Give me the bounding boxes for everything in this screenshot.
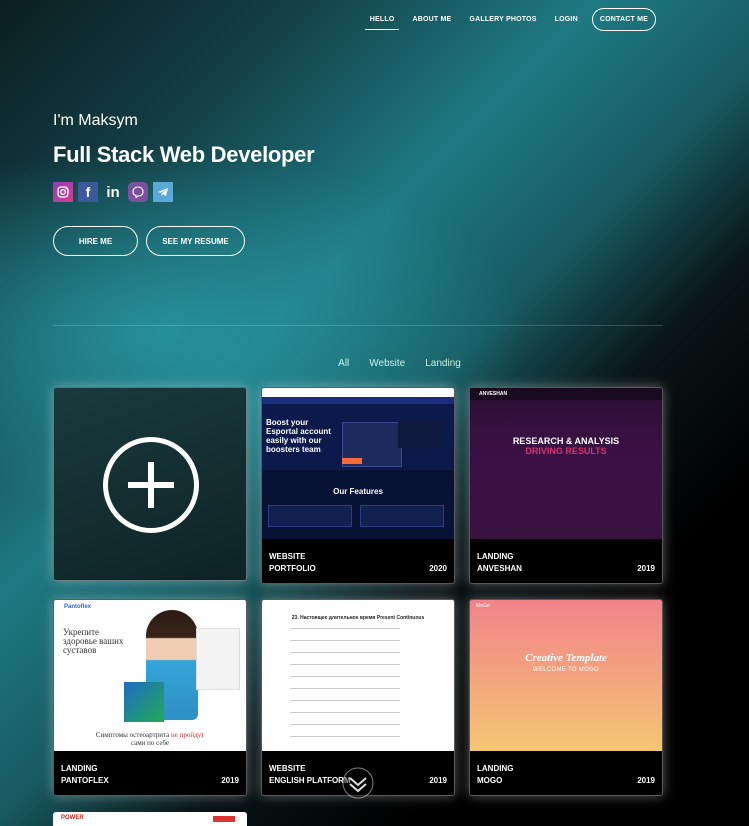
thumb-logo: MoGo	[476, 603, 490, 609]
thumb-bottom-red: не пройдут	[170, 731, 205, 739]
top-nav: HELLO ABOUT ME GALLERY PHOTOS LOGIN CONT…	[357, 8, 656, 31]
thumb-logo: Pantoflex	[64, 604, 92, 610]
card-title: PORTFOLIO	[269, 564, 316, 573]
thumb-subheadline: WELCOME TO MOGO	[533, 667, 599, 673]
card-year: 2019	[429, 776, 447, 785]
card-category: LANDING	[61, 764, 98, 773]
card-meta: LANDING MOGO 2019	[470, 751, 662, 795]
thumb-bottom-start: Симптомы остеоартрита	[95, 731, 170, 739]
portfolio-filters: All Website Landing	[0, 358, 749, 369]
portfolio-card[interactable]: Pantoflex Укрепите здоровье ваших сустав…	[53, 599, 247, 796]
social-links: f in	[53, 182, 314, 202]
telegram-icon[interactable]	[153, 182, 173, 202]
greeting: I'm Maksym	[53, 112, 138, 129]
nav-about-me[interactable]: ABOUT ME	[407, 10, 456, 29]
card-title: PANTOFLEX	[61, 776, 109, 785]
card-year: 2019	[637, 564, 655, 573]
card-category: LANDING	[477, 764, 514, 773]
thumb-headline: Boost your Esportal account easily with …	[266, 418, 331, 454]
card-title: ANVESHAN	[477, 564, 522, 573]
card-year: 2020	[429, 564, 447, 573]
thumb-bottom-end: сами по себе	[130, 739, 170, 747]
nav-gallery-photos[interactable]: GALLERY PHOTOS	[464, 10, 541, 29]
portfolio-card[interactable]: Boost your Esportal account easily with …	[261, 387, 455, 584]
nav-hello[interactable]: HELLO	[364, 10, 400, 30]
project-thumbnail: Boost your Esportal account easily with …	[262, 388, 454, 539]
hero-actions: HIRE ME SEE MY RESUME	[53, 226, 314, 256]
project-thumbnail: MoGo Creative Template WELCOME TO MOGO	[470, 600, 662, 751]
card-category: WEBSITE	[269, 552, 306, 561]
card-category: LANDING	[477, 552, 514, 561]
hire-me-button[interactable]: HIRE ME	[53, 226, 138, 256]
hero: I'm Maksym Full Stack Web Developer f in…	[53, 112, 315, 256]
portfolio-card[interactable]: MoGo Creative Template WELCOME TO MOGO L…	[469, 599, 663, 796]
thumb-section-title: Our Features	[333, 487, 383, 496]
thumb-logo: ANVESHAN	[479, 391, 508, 397]
plus-circle-icon	[103, 437, 199, 533]
card-year: 2019	[637, 776, 655, 785]
card-year: 2019	[221, 776, 239, 785]
filter-website[interactable]: Website	[369, 358, 405, 369]
page-title: Full Stack Web Developer	[53, 142, 315, 167]
facebook-icon[interactable]: f	[78, 182, 98, 202]
see-my-resume-button[interactable]: SEE MY RESUME	[146, 226, 245, 256]
project-thumbnail: 23. Настоящее длительное время Present C…	[262, 600, 454, 751]
filter-landing[interactable]: Landing	[425, 358, 461, 369]
project-thumbnail: ANVESHAN RESEARCH & ANALYSIS DRIVING RES…	[470, 388, 662, 539]
card-meta: LANDING PANTOFLEX 2019	[54, 751, 246, 795]
card-meta: WEBSITE PORTFOLIO 2020	[262, 539, 454, 583]
divider	[53, 325, 663, 326]
thumb-headline: 23. Настоящее длительное время Present C…	[291, 615, 425, 621]
linkedin-icon[interactable]: in	[103, 182, 123, 202]
viber-icon[interactable]	[128, 182, 148, 202]
scroll-down-icon[interactable]	[341, 766, 375, 800]
thumb-bottom-text: Симптомы остеоартрита не пройдут сами по…	[54, 731, 246, 747]
thumb-headline: Creative Template	[525, 652, 607, 664]
project-thumbnail: Pantoflex Укрепите здоровье ваших сустав…	[54, 600, 246, 751]
contact-me-button[interactable]: CONTACT ME	[591, 8, 656, 31]
card-title: MOGO	[477, 776, 503, 785]
portfolio-card[interactable]: ANVESHAN RESEARCH & ANALYSIS DRIVING RES…	[469, 387, 663, 584]
thumb-headline: RESEARCH & ANALYSIS	[512, 436, 620, 446]
nav-login[interactable]: LOGIN	[550, 10, 583, 29]
filter-all[interactable]: All	[338, 358, 349, 369]
instagram-icon[interactable]	[53, 182, 73, 202]
card-meta: LANDING ANVESHAN 2019	[470, 539, 662, 583]
thumb-subheadline: DRIVING RESULTS	[525, 446, 607, 456]
thumb-logo: POWER	[61, 815, 84, 821]
thumb-headline: Укрепите здоровье ваших суставов	[63, 627, 124, 655]
add-project-card[interactable]	[53, 387, 247, 581]
portfolio-card-partial[interactable]: POWER	[53, 812, 247, 826]
